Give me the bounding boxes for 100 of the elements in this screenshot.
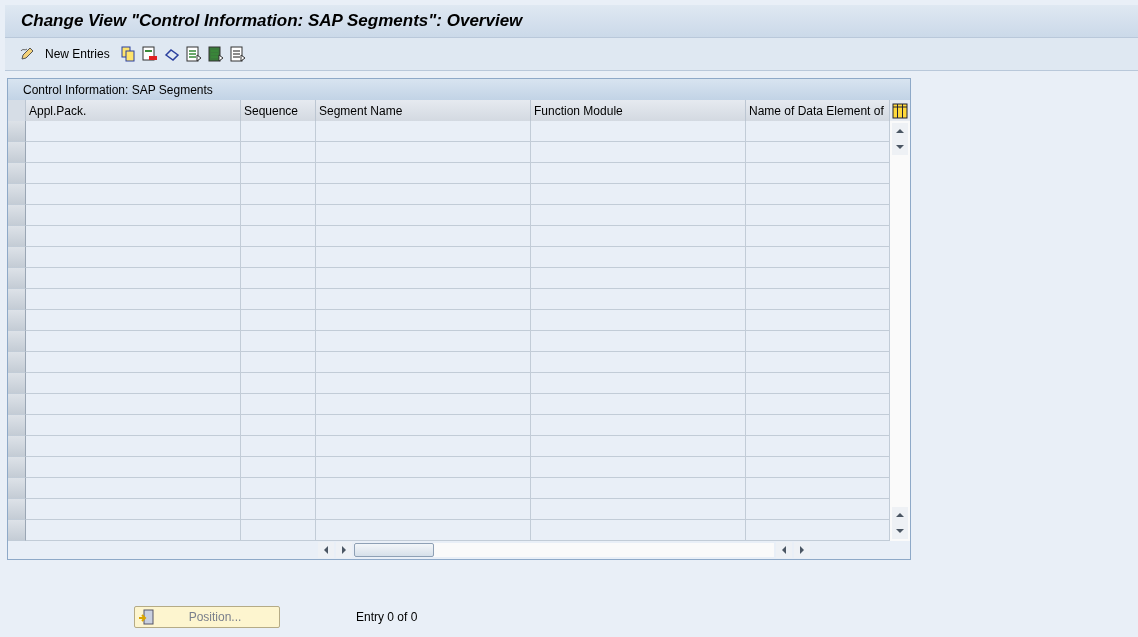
table-cell[interactable]	[746, 478, 890, 499]
table-cell[interactable]	[746, 394, 890, 415]
table-cell[interactable]	[26, 415, 241, 436]
table-cell[interactable]	[746, 520, 890, 541]
document-arrow-icon[interactable]	[207, 46, 224, 62]
scroll-right-icon[interactable]	[794, 542, 810, 558]
table-cell[interactable]	[26, 520, 241, 541]
row-selector[interactable]	[8, 478, 26, 499]
row-selector[interactable]	[8, 331, 26, 352]
row-selector[interactable]	[8, 310, 26, 331]
table-cell[interactable]	[26, 247, 241, 268]
table-cell[interactable]	[316, 163, 531, 184]
scroll-up-icon[interactable]	[892, 507, 908, 523]
table-cell[interactable]	[26, 184, 241, 205]
row-selector[interactable]	[8, 394, 26, 415]
table-cell[interactable]	[531, 247, 746, 268]
table-cell[interactable]	[531, 226, 746, 247]
table-cell[interactable]	[241, 226, 316, 247]
table-cell[interactable]	[316, 352, 531, 373]
row-selector[interactable]	[8, 163, 26, 184]
column-header[interactable]: Name of Data Element of	[746, 100, 890, 121]
column-header[interactable]: Function Module	[531, 100, 746, 121]
table-cell[interactable]	[241, 499, 316, 520]
table-cell[interactable]	[746, 310, 890, 331]
table-cell[interactable]	[316, 499, 531, 520]
table-cell[interactable]	[241, 121, 316, 142]
table-cell[interactable]	[316, 373, 531, 394]
table-cell[interactable]	[531, 163, 746, 184]
table-cell[interactable]	[26, 331, 241, 352]
header-corner[interactable]	[8, 100, 26, 121]
table-cell[interactable]	[746, 163, 890, 184]
table-cell[interactable]	[746, 415, 890, 436]
row-selector[interactable]	[8, 457, 26, 478]
table-cell[interactable]	[241, 520, 316, 541]
table-cell[interactable]	[241, 247, 316, 268]
table-cell[interactable]	[26, 394, 241, 415]
row-selector[interactable]	[8, 499, 26, 520]
table-cell[interactable]	[26, 478, 241, 499]
table-cell[interactable]	[241, 436, 316, 457]
scroll-down-icon[interactable]	[892, 523, 908, 539]
copy-icon[interactable]	[119, 46, 136, 62]
table-cell[interactable]	[746, 436, 890, 457]
table-cell[interactable]	[26, 205, 241, 226]
table-cell[interactable]	[531, 394, 746, 415]
column-header[interactable]: Appl.Pack.	[26, 100, 241, 121]
table-cell[interactable]	[316, 457, 531, 478]
table-cell[interactable]	[531, 352, 746, 373]
row-selector[interactable]	[8, 205, 26, 226]
column-settings-icon[interactable]	[890, 100, 910, 121]
table-cell[interactable]	[241, 457, 316, 478]
table-cell[interactable]	[746, 289, 890, 310]
new-entries-button[interactable]: New Entries	[41, 47, 114, 61]
table-cell[interactable]	[746, 184, 890, 205]
column-header[interactable]: Segment Name	[316, 100, 531, 121]
scroll-thumb[interactable]	[354, 543, 434, 557]
table-cell[interactable]	[26, 163, 241, 184]
row-selector[interactable]	[8, 436, 26, 457]
table-cell[interactable]	[316, 394, 531, 415]
scroll-left-icon[interactable]	[318, 542, 334, 558]
table-cell[interactable]	[531, 520, 746, 541]
table-cell[interactable]	[241, 478, 316, 499]
table-cell[interactable]	[316, 415, 531, 436]
table-cell[interactable]	[241, 352, 316, 373]
row-selector[interactable]	[8, 226, 26, 247]
pencil-icon[interactable]	[19, 46, 35, 62]
table-cell[interactable]	[531, 373, 746, 394]
horizontal-scrollbar[interactable]	[354, 543, 774, 557]
table-cell[interactable]	[316, 184, 531, 205]
table-cell[interactable]	[316, 520, 531, 541]
table-cell[interactable]	[241, 289, 316, 310]
table-cell[interactable]	[26, 142, 241, 163]
table-cell[interactable]	[531, 205, 746, 226]
scroll-up-icon[interactable]	[892, 123, 908, 139]
table-cell[interactable]	[746, 142, 890, 163]
table-cell[interactable]	[746, 331, 890, 352]
table-cell[interactable]	[316, 121, 531, 142]
table-cell[interactable]	[241, 163, 316, 184]
table-cell[interactable]	[26, 499, 241, 520]
table-cell[interactable]	[316, 247, 531, 268]
table-cell[interactable]	[531, 310, 746, 331]
table-cell[interactable]	[531, 121, 746, 142]
row-selector[interactable]	[8, 373, 26, 394]
row-selector[interactable]	[8, 352, 26, 373]
table-cell[interactable]	[531, 184, 746, 205]
table-cell[interactable]	[746, 499, 890, 520]
table-cell[interactable]	[241, 142, 316, 163]
table-cell[interactable]	[26, 289, 241, 310]
row-selector[interactable]	[8, 268, 26, 289]
table-cell[interactable]	[746, 352, 890, 373]
table-cell[interactable]	[316, 268, 531, 289]
table-cell[interactable]	[241, 373, 316, 394]
table-cell[interactable]	[316, 331, 531, 352]
table-cell[interactable]	[241, 394, 316, 415]
table-cell[interactable]	[26, 310, 241, 331]
table-cell[interactable]	[316, 142, 531, 163]
table-cell[interactable]	[531, 268, 746, 289]
table-cell[interactable]	[531, 478, 746, 499]
table-cell[interactable]	[26, 352, 241, 373]
table-cell[interactable]	[316, 226, 531, 247]
table-cell[interactable]	[746, 205, 890, 226]
